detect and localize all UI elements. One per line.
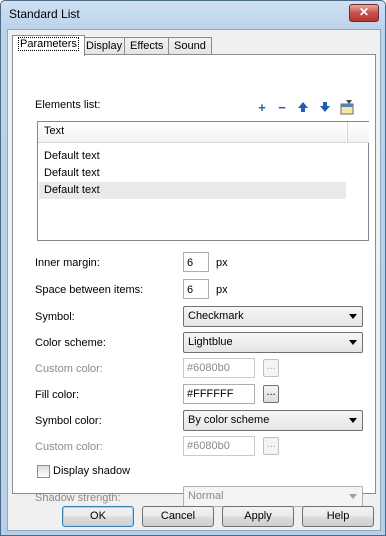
tab-parameters[interactable]: Parameters [12,35,85,56]
dialog-window: Standard List ✕ Parameters Display Effec… [0,0,386,536]
dialog-body: Parameters Display Effects Sound Element… [7,29,381,531]
custom-color-picker-button: ... [263,359,279,377]
shadow-strength-select: Normal [183,486,363,507]
help-button[interactable]: Help [302,506,374,527]
space-between-input[interactable]: 6 [183,279,209,299]
color-scheme-label: Color scheme: [35,337,106,349]
cancel-button[interactable]: Cancel [142,506,214,527]
fill-color-picker-button[interactable]: ... [263,385,279,403]
inner-margin-label: Inner margin: [35,257,100,269]
list-item[interactable]: Default text [39,165,346,182]
tab-display-label: Display [86,40,123,52]
fill-color-input[interactable]: #FFFFFF [183,384,255,404]
tab-effects[interactable]: Effects [124,37,170,55]
list-header-filler [347,122,369,143]
list-column-header[interactable]: Text [38,122,346,143]
symbol-value: Checkmark [188,310,244,322]
symbol-color-label: Symbol color: [35,415,102,427]
elements-listbox[interactable]: Text Default text Default text Default t… [37,121,369,241]
column-text-label: Text [44,125,65,137]
ok-button[interactable]: OK [62,506,134,527]
display-shadow-checkbox[interactable] [37,465,50,478]
elements-list-label: Elements list: [35,99,101,111]
parameters-panel: Elements list: + − Text Default text Def… [12,54,376,507]
chevron-down-icon [349,340,357,345]
custom-color-picker-button-2: ... [263,437,279,455]
custom-color-label-2: Custom color: [35,441,103,453]
list-item-selected[interactable]: Default text [39,182,346,199]
close-icon: ✕ [358,5,370,19]
inner-margin-unit: px [216,257,228,269]
title-bar: Standard List ✕ [1,1,385,27]
move-up-icon[interactable] [296,101,310,115]
chevron-down-icon [349,494,357,499]
properties-icon[interactable] [339,99,355,115]
remove-icon[interactable]: − [275,101,289,115]
window-title: Standard List [9,7,80,21]
symbol-select[interactable]: Checkmark [183,306,363,327]
symbol-label: Symbol: [35,311,75,323]
color-scheme-value: Lightblue [188,336,233,348]
inner-margin-input[interactable]: 6 [183,252,209,272]
shadow-strength-label: Shadow strength: [35,492,121,504]
tab-parameters-label: Parameters [18,37,79,51]
move-down-icon[interactable] [318,101,332,115]
custom-color-label: Custom color: [35,363,103,375]
fill-color-label: Fill color: [35,389,80,401]
add-icon[interactable]: + [255,101,269,115]
apply-button[interactable]: Apply [222,506,294,527]
symbol-color-value: By color scheme [188,414,270,426]
custom-color-input-2: #6080b0 [183,436,255,456]
chevron-down-icon [349,314,357,319]
tab-sound-label: Sound [174,40,206,52]
color-scheme-select[interactable]: Lightblue [183,332,363,353]
shadow-strength-value: Normal [188,490,224,502]
chevron-down-icon [349,418,357,423]
tab-sound[interactable]: Sound [168,37,212,55]
display-shadow-label[interactable]: Display shadow [53,465,130,477]
symbol-color-select[interactable]: By color scheme [183,410,363,431]
space-between-label: Space between items: [35,284,144,296]
space-between-unit: px [216,284,228,296]
list-item[interactable]: Default text [39,148,346,165]
close-button[interactable]: ✕ [349,4,379,22]
tab-display[interactable]: Display [80,37,129,55]
custom-color-input: #6080b0 [183,358,255,378]
tab-effects-label: Effects [130,40,164,52]
